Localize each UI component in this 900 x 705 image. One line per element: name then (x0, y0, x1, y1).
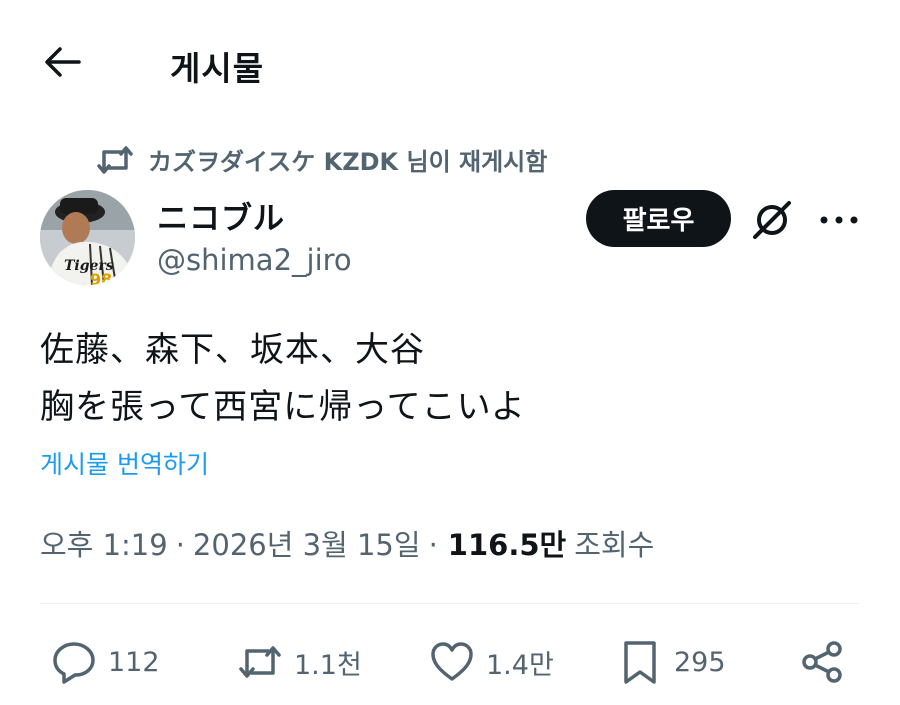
back-arrow-icon (45, 47, 81, 77)
author-handle[interactable]: @shima2_jiro (157, 243, 352, 277)
post-text: 佐藤、森下、坂本、大谷 胸を張って西宮に帰ってこいよ (40, 322, 526, 436)
bookmark-button[interactable]: 295 (616, 632, 726, 692)
post-metadata: 오후 1:19 · 2026년 3월 15일 · 116.5만 조회수 (40, 522, 654, 564)
more-icon (820, 216, 858, 224)
top-bar: 게시물 (0, 0, 900, 120)
page-title: 게시물 (170, 49, 265, 88)
repost-text: カズヲダイスケ KZDK 님이 재게시함 (148, 148, 548, 176)
grok-button[interactable] (748, 196, 796, 244)
post-line: 胸を張って西宮に帰ってこいよ (40, 387, 526, 427)
action-bar: 112 1.1천 1.4만 295 (40, 632, 860, 692)
back-button[interactable] (40, 42, 84, 82)
bookmark-count: 295 (674, 646, 726, 678)
avatar[interactable]: Tigers 98 (40, 190, 135, 285)
svg-text:98: 98 (90, 270, 112, 285)
share-button[interactable] (798, 632, 846, 692)
reply-count: 112 (108, 646, 160, 678)
bookmark-icon (624, 641, 656, 684)
view-count: 116.5만 (447, 528, 567, 562)
post-line: 佐藤、森下、坂本、大谷 (40, 330, 425, 370)
translate-post-link[interactable]: 게시물 번역하기 (40, 445, 209, 481)
repost-count: 1.1천 (294, 649, 362, 681)
more-options-button[interactable] (815, 196, 863, 244)
like-button[interactable]: 1.4만 (428, 632, 554, 692)
reply-icon (53, 642, 95, 684)
grok-icon (753, 201, 791, 239)
repost-icon (97, 145, 133, 174)
author-display-name[interactable]: ニコブル (157, 193, 285, 238)
post-date[interactable]: 2026년 3월 15일 (193, 522, 421, 564)
repost-indicator[interactable]: カズヲダイスケ KZDK 님이 재게시함 (96, 142, 547, 177)
meta-separator: · (175, 528, 185, 562)
like-icon (431, 642, 473, 681)
repost-icon (239, 646, 281, 678)
reply-button[interactable]: 112 (50, 632, 160, 692)
repost-button[interactable]: 1.1천 (236, 632, 362, 692)
post-time[interactable]: 오후 1:19 (40, 522, 168, 564)
divider (40, 603, 860, 604)
share-icon (802, 641, 842, 683)
meta-separator: · (428, 528, 438, 562)
like-count: 1.4만 (486, 649, 554, 681)
view-count-label: 조회수 (574, 528, 655, 562)
follow-button[interactable]: 팔로우 (586, 190, 731, 247)
